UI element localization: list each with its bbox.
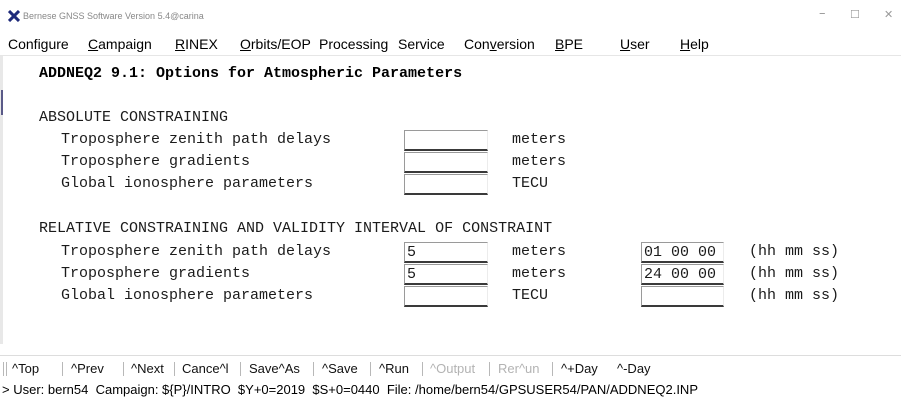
window-title: Bernese GNSS Software Version 5.4@carina [23,11,204,21]
abs-iono-field[interactable] [404,174,488,195]
rel-trop-grad-unit: meters [512,265,567,282]
abs-iono-unit: TECU [512,175,549,192]
scroll-marker [1,90,3,115]
toolbar-separator [370,362,371,376]
title-bar: Bernese GNSS Software Version 5.4@carina… [0,0,901,33]
menu-user[interactable]: User [620,36,650,52]
menu-rinex[interactable]: RINEX [175,36,218,52]
menu-configure[interactable]: Configure [8,36,69,52]
menu-bpe[interactable]: BPE [555,36,583,52]
menu-conversion[interactable]: Conversion [464,36,535,52]
abs-trop-zenith-field[interactable] [404,130,488,151]
menu-bar: Configure Campaign RINEX Orbits/EOP Proc… [0,33,901,56]
rel-trop-zenith-format: (hh mm ss) [749,243,840,260]
run-button[interactable]: ^Run [379,361,409,376]
cancel-button[interactable]: Cance^l [182,361,229,376]
toolbar-separator [62,362,63,376]
prev-button[interactable]: ^Prev [71,361,104,376]
output-button[interactable]: ^Output [430,361,475,376]
abs-trop-grad-label: Troposphere gradients [61,153,251,170]
rel-trop-grad-field[interactable]: 5 [404,264,488,285]
toolbar-separator [240,362,241,376]
abs-trop-grad-field[interactable] [404,152,488,173]
toolbar-separator [489,362,490,376]
toolbar-separator [174,362,175,376]
minimize-icon[interactable]: – [819,6,826,21]
rel-trop-grad-label: Troposphere gradients [61,265,251,282]
menu-service[interactable]: Service [398,36,445,52]
toolbar-separator [552,362,553,376]
menu-campaign[interactable]: Campaign [88,36,152,52]
rel-iono-unit: TECU [512,287,549,304]
status-bar: > User: bern54 Campaign: ${P}/INTRO $Y+0… [0,380,901,399]
rel-iono-label: Global ionosphere parameters [61,287,314,304]
minus-day-button[interactable]: ^-Day [617,361,651,376]
abs-trop-grad-unit: meters [512,153,567,170]
abs-trop-zenith-unit: meters [512,131,567,148]
abs-iono-label: Global ionosphere parameters [61,175,314,192]
bottom-toolbar: ^Top ^Prev ^Next Cance^l Save^As ^Save ^… [0,355,901,380]
status-text: > User: bern54 Campaign: ${P}/INTRO $Y+0… [2,382,698,397]
rerun-button[interactable]: Rer^un [498,361,540,376]
relative-section-title: RELATIVE CONSTRAINING AND VALIDITY INTER… [39,220,553,237]
toolbar-separator [313,362,314,376]
rel-iono-field[interactable] [404,286,488,307]
abs-trop-zenith-label: Troposphere zenith path delays [61,131,332,148]
menu-processing[interactable]: Processing [319,36,388,52]
save-button[interactable]: ^Save [322,361,358,376]
rel-trop-zenith-unit: meters [512,243,567,260]
plus-day-button[interactable]: ^+Day [561,361,598,376]
rel-trop-zenith-field[interactable]: 5 [404,242,488,263]
top-button[interactable]: ^Top [12,361,39,376]
toolbar-separator [123,362,124,376]
absolute-section-title: ABSOLUTE CONSTRAINING [39,109,229,126]
rel-iono-interval-field[interactable] [641,286,724,307]
toolbar-grip [6,362,7,376]
toolbar-separator [422,362,423,376]
panel-heading: ADDNEQ2 9.1: Options for Atmospheric Par… [39,65,463,82]
rel-iono-format: (hh mm ss) [749,287,840,304]
rel-trop-zenith-interval-field[interactable]: 01 00 00 [641,242,724,263]
bernese-app-icon [8,10,20,22]
menu-help[interactable]: Help [680,36,709,52]
rel-trop-grad-format: (hh mm ss) [749,265,840,282]
toolbar-grip [3,362,4,376]
menu-orbits-eop[interactable]: Orbits/EOP [240,36,311,52]
rel-trop-zenith-label: Troposphere zenith path delays [61,243,332,260]
maximize-icon[interactable]: ☐ [850,8,860,21]
close-icon[interactable]: ✕ [884,8,893,21]
rel-trop-grad-interval-field[interactable]: 24 00 00 [641,264,724,285]
save-as-button[interactable]: Save^As [249,361,300,376]
next-button[interactable]: ^Next [131,361,164,376]
